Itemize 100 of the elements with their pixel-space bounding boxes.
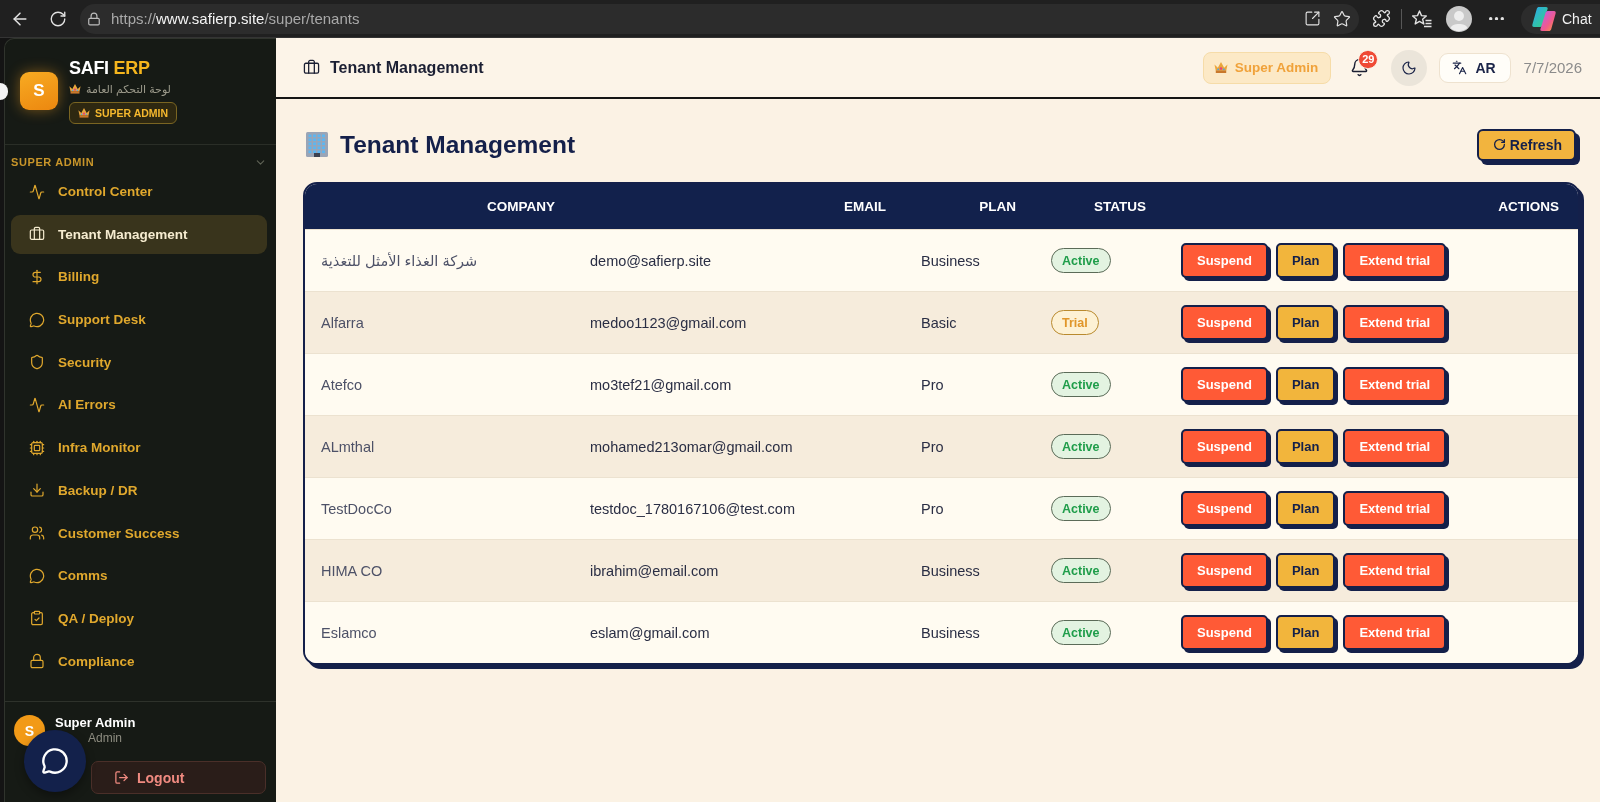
sidebar-item[interactable]: Backup / DR <box>11 470 267 510</box>
sidebar-toggle-button[interactable] <box>0 83 8 100</box>
table-cell: شركة الغذاء الأمثل للتغذية <box>321 252 478 269</box>
plan-button[interactable]: Plan <box>1275 305 1336 340</box>
sidebar-item[interactable]: Infra Monitor <box>11 428 267 468</box>
sidebar-item[interactable]: Billing <box>11 257 267 297</box>
dollar-sign-icon <box>29 268 45 285</box>
status-badge: Active <box>1051 496 1111 521</box>
plan-button[interactable]: Plan <box>1275 243 1336 278</box>
speech-bubble-icon <box>29 311 45 328</box>
status-badge: Active <box>1051 620 1111 645</box>
padlock-icon <box>87 11 101 26</box>
status-badge: Active <box>1051 248 1111 273</box>
status-badge: Active <box>1051 558 1111 583</box>
sidebar-item[interactable]: Support Desk <box>11 300 267 340</box>
table-cell: HIMA CO <box>321 562 383 579</box>
sidebar-item[interactable]: Compliance <box>11 641 267 681</box>
table-cell: Business <box>921 562 980 579</box>
page-title: Tenant Management <box>340 130 576 159</box>
sidebar-item[interactable]: Comms <box>11 556 267 596</box>
status-badge: Trial <box>1051 310 1099 335</box>
profile-button[interactable] <box>1444 3 1474 34</box>
crown-icon <box>69 84 81 94</box>
section-title: SUPER ADMIN <box>11 155 95 169</box>
table-cell: Atefco <box>321 376 363 393</box>
table-cell: ALmthal <box>321 438 375 455</box>
table-cell: Eslamco <box>321 624 377 641</box>
sidebar-item[interactable]: Security <box>11 342 267 382</box>
table-cell: TestDocCo <box>321 500 392 517</box>
speech-bubble-icon <box>29 567 45 584</box>
office-building-icon <box>306 132 328 157</box>
table-cell: mo3tef21@gmail.com <box>590 376 732 393</box>
table-cell: demo@safierp.site <box>590 252 712 269</box>
table-cell: Basic <box>921 314 957 331</box>
table-cell: mohamed213omar@gmail.com <box>590 438 793 455</box>
column-header: COMPANY <box>487 199 555 214</box>
table-cell: Alfarra <box>321 314 364 331</box>
reload-icon <box>49 9 67 28</box>
sidebar-item[interactable]: Tenant Management <box>11 214 267 254</box>
table-cell: eslam@gmail.com <box>590 624 710 641</box>
table-cell: medoo1123@gmail.com <box>590 314 747 331</box>
table-cell: Pro <box>921 376 944 393</box>
chat-button[interactable]: Chat <box>1521 3 1600 34</box>
external-link-icon <box>1303 10 1321 27</box>
logout-icon <box>114 770 129 785</box>
refresh-icon <box>1492 138 1506 151</box>
users-icon <box>29 525 45 541</box>
plan-button[interactable]: Plan <box>1275 553 1336 588</box>
moon-icon <box>1401 59 1418 76</box>
notification-count: 29 <box>1358 49 1379 69</box>
pulse-icon <box>29 183 45 200</box>
table-cell: testdoc_1780167106@test.com <box>590 500 795 517</box>
column-header: STATUS <box>1094 199 1146 214</box>
date-label: 7/7/2026 <box>1523 59 1582 76</box>
user-name: Super Admin <box>55 715 136 731</box>
puzzle-icon <box>1371 9 1391 28</box>
logout-button[interactable]: Logout <box>91 761 266 794</box>
briefcase-icon <box>303 59 320 76</box>
column-header: ACTIONS <box>1498 199 1559 214</box>
shield-icon <box>29 354 45 371</box>
address-bar[interactable]: https://www.safierp.site/super/tenants <box>80 3 1359 34</box>
chip-icon <box>29 439 45 456</box>
padlock-icon <box>29 653 45 670</box>
star-list-icon <box>1412 9 1432 28</box>
table-cell: ibrahim@email.com <box>590 562 719 579</box>
more-dots-icon <box>1488 16 1504 21</box>
address-text: https://www.safierp.site/super/tenants <box>111 10 361 27</box>
status-badge: Active <box>1051 434 1111 459</box>
clipboard-check-icon <box>29 610 45 627</box>
download-icon <box>29 482 45 499</box>
table-cell: Business <box>921 252 980 269</box>
sidebar-item[interactable]: QA / Deploy <box>11 598 267 638</box>
crown-icon <box>1213 61 1228 74</box>
briefcase-icon <box>29 226 45 243</box>
language-button[interactable]: AR <box>1439 52 1511 83</box>
user-role: Admin <box>88 731 122 746</box>
role-badge-text: SUPER ADMIN <box>95 107 169 119</box>
table-cell: Business <box>921 624 980 641</box>
table-cell: Pro <box>921 438 944 455</box>
crown-icon <box>78 108 90 118</box>
speech-bubble-icon <box>41 747 69 775</box>
column-header: PLAN <box>979 199 1016 214</box>
sidebar-item[interactable]: AI Errors <box>11 385 267 425</box>
sidebar-item[interactable]: Customer Success <box>11 513 267 553</box>
plan-button[interactable]: Plan <box>1275 615 1336 650</box>
pulse-icon <box>29 396 45 413</box>
sidebar-item[interactable]: Control Center <box>11 172 267 211</box>
plan-button[interactable]: Plan <box>1275 367 1336 402</box>
plan-button[interactable]: Plan <box>1275 491 1336 526</box>
logo-mark: S <box>20 72 58 110</box>
plan-button[interactable]: Plan <box>1275 429 1336 464</box>
theme-toggle-button[interactable] <box>1391 49 1428 86</box>
star-icon <box>1333 9 1351 28</box>
gradient-logo-icon <box>1532 6 1556 31</box>
brand-name: SAFI ERP <box>69 58 150 78</box>
column-header: EMAIL <box>844 199 886 214</box>
status-badge: Active <box>1051 372 1111 397</box>
notifications-button[interactable]: 29 <box>1350 49 1381 86</box>
role-badge-text: Super Admin <box>1234 60 1319 75</box>
table-cell: Pro <box>921 500 944 517</box>
